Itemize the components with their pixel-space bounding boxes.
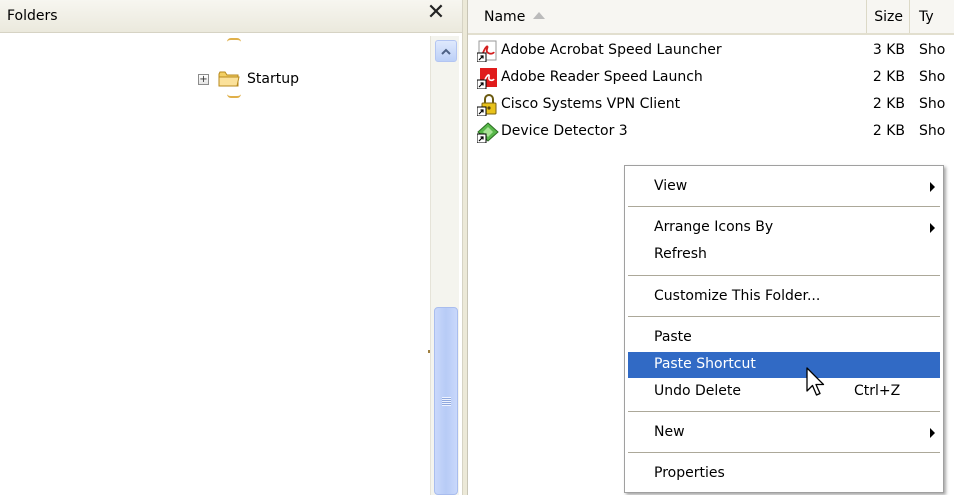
submenu-arrow-icon — [930, 428, 935, 438]
folder-icon — [218, 70, 240, 88]
file-row[interactable]: Cisco Systems VPN Client 2 KB Sho — [468, 92, 954, 119]
close-folders-pane-button[interactable]: ✕ — [425, 2, 447, 24]
mouse-pointer-icon — [806, 367, 825, 396]
menu-item-label: New — [654, 424, 685, 440]
menu-item-label: Paste Shortcut — [654, 356, 756, 372]
tree-partial-folder-icon — [227, 94, 241, 98]
menu-item-customize-this-folder[interactable]: Customize This Folder... — [628, 284, 940, 310]
menu-separator — [628, 452, 940, 453]
file-name: Device Detector 3 — [501, 123, 628, 139]
column-header-size[interactable]: Size — [867, 0, 910, 33]
context-menu: View Arrange Icons By Refresh Customize … — [624, 165, 944, 493]
menu-separator — [628, 316, 940, 317]
menu-separator — [628, 206, 940, 207]
menu-item-arrange-icons-by[interactable]: Arrange Icons By — [628, 215, 940, 241]
menu-item-undo-delete[interactable]: Undo Delete Ctrl+Z — [628, 379, 940, 405]
sort-ascending-icon — [533, 12, 546, 19]
acrobat-shortcut-icon — [476, 40, 499, 63]
file-type: Sho — [919, 123, 946, 139]
folders-title: Folders — [7, 8, 58, 24]
file-type: Sho — [919, 96, 946, 112]
tree-partial-folder-icon — [227, 38, 241, 42]
menu-item-new[interactable]: New — [628, 420, 940, 446]
device-detector-shortcut-icon — [476, 121, 499, 144]
list-column-header: Name Size Ty — [468, 0, 954, 35]
folders-header: Folders ✕ — [0, 0, 462, 33]
file-name: Adobe Acrobat Speed Launcher — [501, 42, 722, 58]
vpn-lock-shortcut-icon — [476, 94, 499, 117]
folders-vertical-scrollbar[interactable] — [430, 36, 459, 495]
file-name: Cisco Systems VPN Client — [501, 96, 681, 112]
menu-item-view[interactable]: View — [628, 174, 940, 200]
menu-item-paste-shortcut[interactable]: Paste Shortcut — [628, 352, 940, 378]
column-name-label: Name — [484, 9, 526, 25]
menu-item-label: Refresh — [654, 246, 707, 262]
file-size: 3 KB — [872, 42, 905, 58]
file-row[interactable]: Adobe Acrobat Speed Launcher 3 KB Sho — [468, 38, 954, 65]
column-header-type[interactable]: Ty — [911, 0, 954, 33]
menu-item-shortcut: Ctrl+Z — [854, 383, 901, 399]
submenu-arrow-icon — [930, 182, 935, 192]
scroll-up-arrow-icon — [441, 48, 451, 55]
menu-item-label: View — [654, 178, 688, 194]
menu-item-label: Properties — [654, 465, 725, 481]
tree-item-startup[interactable]: + Startup — [198, 67, 302, 91]
file-row[interactable]: Device Detector 3 2 KB Sho — [468, 119, 954, 146]
menu-item-refresh[interactable]: Refresh — [628, 242, 940, 268]
file-size: 2 KB — [872, 69, 905, 85]
file-size: 2 KB — [872, 96, 905, 112]
file-name: Adobe Reader Speed Launch — [501, 69, 703, 85]
menu-item-label: Paste — [654, 329, 692, 345]
menu-item-label: Arrange Icons By — [654, 219, 774, 235]
scroll-grip-icon — [442, 397, 451, 406]
menu-item-paste[interactable]: Paste — [628, 325, 940, 351]
column-header-name[interactable]: Name — [468, 0, 867, 33]
close-icon: ✕ — [426, 0, 446, 25]
menu-item-label: Undo Delete — [654, 383, 742, 399]
submenu-arrow-icon — [930, 223, 935, 233]
menu-item-label: Customize This Folder... — [654, 288, 821, 304]
file-size: 2 KB — [872, 123, 905, 139]
scroll-up-button[interactable] — [435, 40, 457, 62]
reader-shortcut-icon — [476, 67, 499, 90]
menu-separator — [628, 275, 940, 276]
file-type: Sho — [919, 42, 946, 58]
tree-item-label: Startup — [247, 71, 299, 87]
file-row[interactable]: Adobe Reader Speed Launch 2 KB Sho — [468, 65, 954, 92]
menu-separator — [628, 411, 940, 412]
file-type: Sho — [919, 69, 946, 85]
folders-pane: Folders ✕ + Startup — [0, 0, 462, 495]
scroll-thumb[interactable] — [434, 307, 458, 495]
menu-item-properties[interactable]: Properties — [628, 461, 940, 487]
tree-expander-icon[interactable]: + — [198, 73, 209, 85]
